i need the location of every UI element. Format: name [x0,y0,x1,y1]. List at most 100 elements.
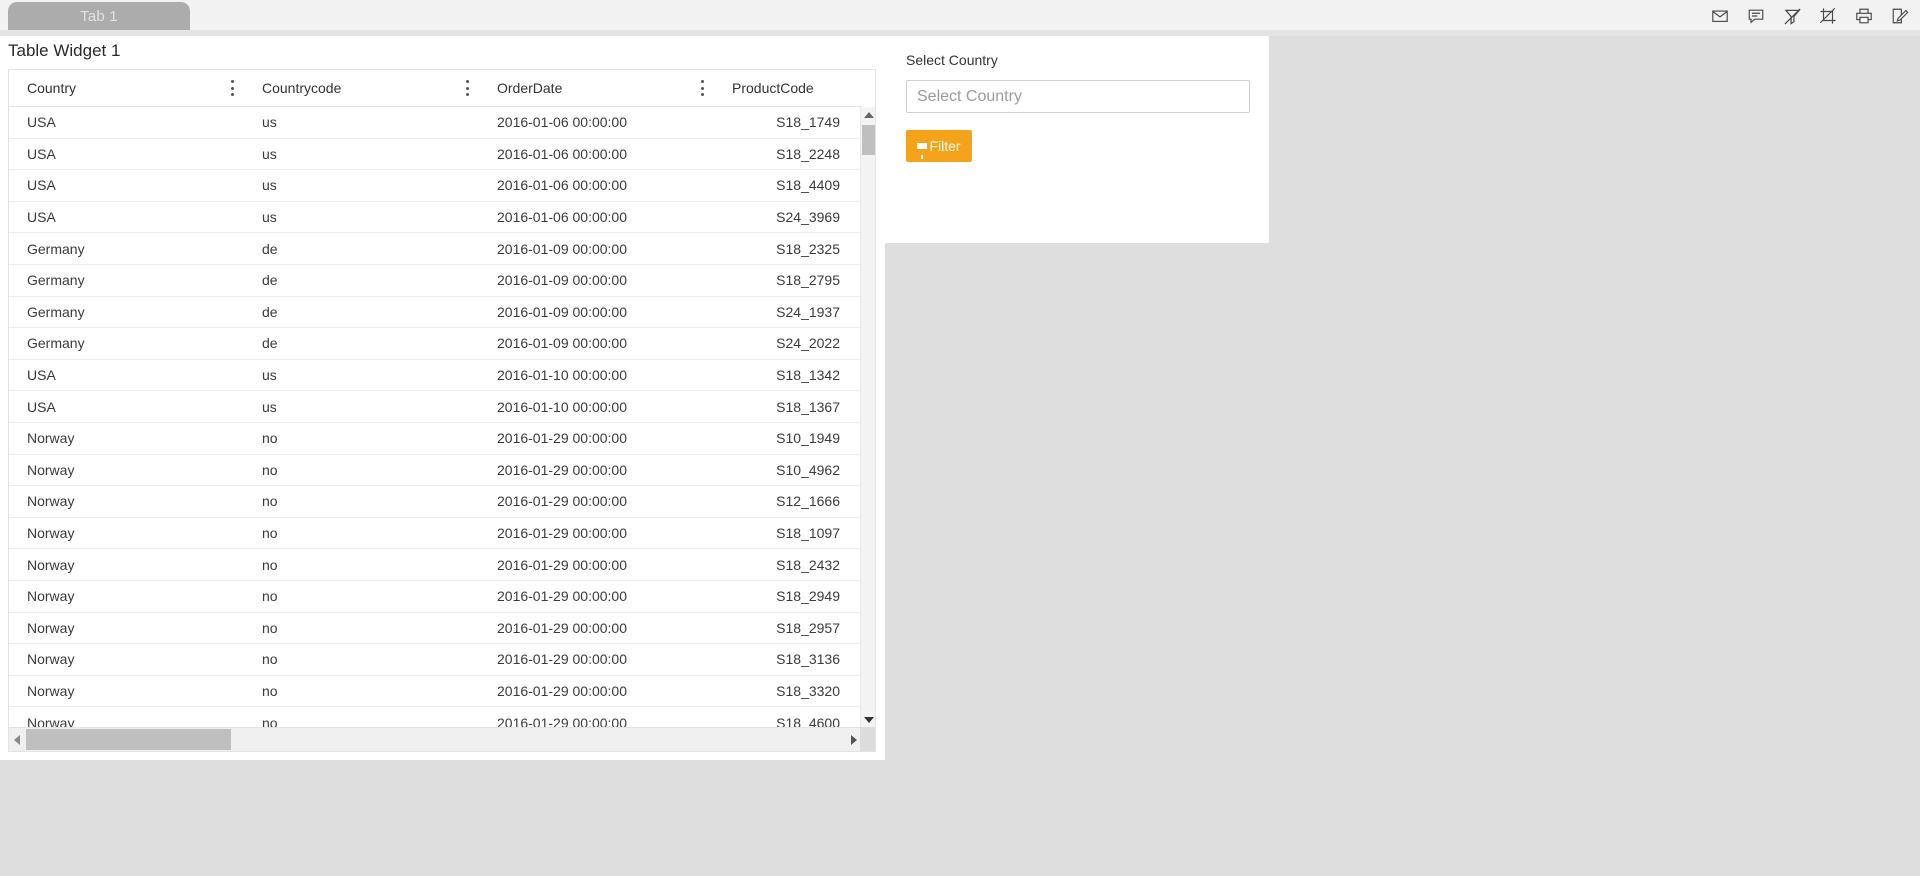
filter-button[interactable]: Filter [906,130,972,162]
table-cell: Norway [27,430,75,447]
table-cell: no [262,651,278,668]
table-row[interactable]: Germany de 2016-01-09 00:00:00 S24_1937 [9,297,862,329]
horizontal-scrollbar-thumb[interactable] [26,729,231,750]
table-cell: Germany [27,303,85,320]
table-cell: USA [27,209,56,226]
table-row[interactable]: Norway no 2016-01-29 00:00:00 S10_1949 [9,423,862,455]
table-cell: de [262,303,278,320]
table-cell: de [262,272,278,289]
table-body: USA us 2016-01-06 00:00:00 S18_1749 USA us 201… [9,107,862,728]
table-row[interactable]: Norway no 2016-01-29 00:00:00 S12_1666 [9,486,862,518]
table-horizontal-scrollbar[interactable] [9,727,862,751]
table-cell: S18_1342 [776,367,840,384]
table-row[interactable]: Norway no 2016-01-29 00:00:00 S18_2957 [9,613,862,645]
column-menu-icon[interactable] [465,80,469,96]
table-cell: S18_2957 [776,619,840,636]
column-menu-icon[interactable] [700,80,704,96]
table-cell: no [262,430,278,447]
filter-off-icon[interactable] [1782,6,1802,26]
table-row[interactable]: USA us 2016-01-10 00:00:00 S18_1342 [9,360,862,392]
table-cell: 2016-01-29 00:00:00 [497,682,627,699]
table-cell: no [262,461,278,478]
table-cell: us [262,209,277,226]
comment-icon[interactable] [1746,6,1766,26]
mail-icon[interactable] [1710,6,1730,26]
column-header-countrycode[interactable]: Countrycode [244,70,479,107]
table-cell: no [262,493,278,510]
table-cell: 2016-01-06 00:00:00 [497,177,627,194]
column-header-productcode[interactable]: ProductCode [714,70,862,107]
table-row[interactable]: Germany de 2016-01-09 00:00:00 S18_2795 [9,265,862,297]
table-cell: 2016-01-06 00:00:00 [497,114,627,131]
scroll-left-icon[interactable] [9,728,25,751]
table-cell: 2016-01-29 00:00:00 [497,714,627,728]
column-menu-icon[interactable] [230,80,234,96]
table-row[interactable]: Norway no 2016-01-29 00:00:00 S18_2432 [9,549,862,581]
table-row[interactable]: USA us 2016-01-06 00:00:00 S24_3969 [9,202,862,234]
edit-icon[interactable] [1890,6,1910,26]
table-cell: us [262,145,277,162]
table-cell: de [262,335,278,352]
tab-1[interactable]: Tab 1 [8,2,190,30]
table-cell: USA [27,177,56,194]
table-cell: S10_1949 [776,430,840,447]
table-row[interactable]: Norway no 2016-01-29 00:00:00 S18_3136 [9,644,862,676]
table-cell: USA [27,398,56,415]
table-row[interactable]: USA us 2016-01-06 00:00:00 S18_2248 [9,139,862,171]
vertical-scrollbar-thumb[interactable] [862,125,875,155]
table-cell: Norway [27,493,75,510]
table-row[interactable]: Norway no 2016-01-29 00:00:00 S18_2949 [9,581,862,613]
table-cell: Germany [27,335,85,352]
select-country-input[interactable] [906,80,1250,113]
toolbar [1710,4,1910,28]
table-cell: 2016-01-09 00:00:00 [497,272,627,289]
table-cell: 2016-01-29 00:00:00 [497,619,627,636]
table-cell: S18_2432 [776,556,840,573]
table-cell: S18_3320 [776,682,840,699]
table-cell: 2016-01-10 00:00:00 [497,367,627,384]
table-cell: S18_4600 [776,714,840,728]
table-cell: 2016-01-09 00:00:00 [497,303,627,320]
table-cell: S12_1666 [776,493,840,510]
table-row[interactable]: USA us 2016-01-06 00:00:00 S18_1749 [9,107,862,139]
table-cell: Germany [27,240,85,257]
table-cell: S10_4962 [776,461,840,478]
table-cell: no [262,682,278,699]
table-cell: us [262,114,277,131]
column-header-country[interactable]: Country [9,70,244,107]
column-header-countrycode-label: Countrycode [262,80,342,96]
table-cell: no [262,714,278,728]
table-row[interactable]: Germany de 2016-01-09 00:00:00 S18_2325 [9,233,862,265]
tab-bar-empty-area [190,0,1920,30]
print-icon[interactable] [1854,6,1874,26]
table-row[interactable]: Germany de 2016-01-09 00:00:00 S24_2022 [9,328,862,360]
column-header-orderdate[interactable]: OrderDate [479,70,714,107]
table-frame: Country Countrycode OrderDate ProductCod… [8,69,876,752]
table-cell: 2016-01-06 00:00:00 [497,209,627,226]
tab-bar: Tab 1 [0,0,1920,36]
table-cell: S24_1937 [776,303,840,320]
table-cell: no [262,619,278,636]
table-cell: S18_1097 [776,525,840,542]
table-cell: 2016-01-29 00:00:00 [497,461,627,478]
table-widget: Table Widget 1 Country Countrycode Order… [0,36,885,760]
table-cell: us [262,367,277,384]
table-vertical-scrollbar[interactable] [860,107,875,728]
scrollbar-corner [860,727,875,751]
crop-icon[interactable] [1818,6,1838,26]
table-cell: Norway [27,714,75,728]
table-cell: Norway [27,651,75,668]
table-row[interactable]: Norway no 2016-01-29 00:00:00 S18_4600 [9,707,862,728]
table-row[interactable]: Norway no 2016-01-29 00:00:00 S18_3320 [9,676,862,708]
table-cell: S18_2795 [776,272,840,289]
table-cell: 2016-01-09 00:00:00 [497,240,627,257]
scroll-down-icon[interactable] [861,712,875,728]
scroll-up-icon[interactable] [861,107,875,123]
table-cell: 2016-01-29 00:00:00 [497,651,627,668]
table-cell: 2016-01-29 00:00:00 [497,556,627,573]
table-row[interactable]: Norway no 2016-01-29 00:00:00 S18_1097 [9,518,862,550]
table-cell: no [262,525,278,542]
table-row[interactable]: USA us 2016-01-06 00:00:00 S18_4409 [9,170,862,202]
table-row[interactable]: USA us 2016-01-10 00:00:00 S18_1367 [9,391,862,423]
table-row[interactable]: Norway no 2016-01-29 00:00:00 S10_4962 [9,455,862,487]
